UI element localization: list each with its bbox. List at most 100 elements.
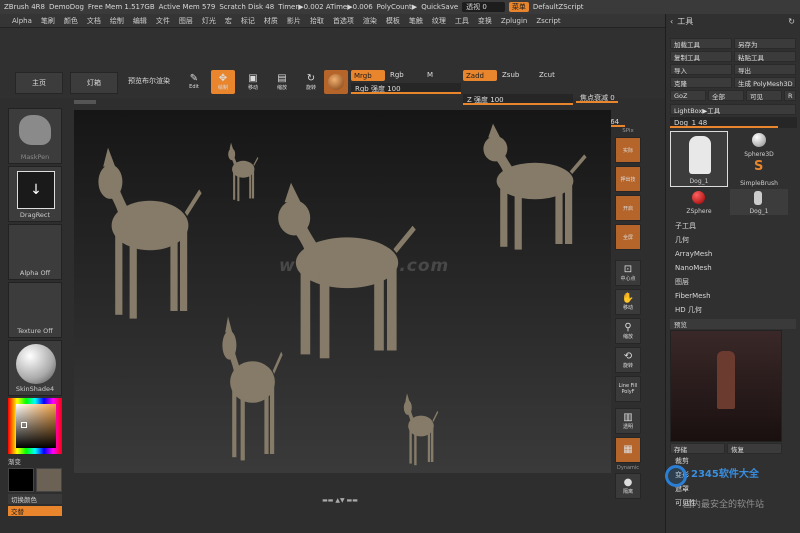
- dog-model[interactable]: [224, 140, 259, 205]
- current-tool-slider[interactable]: Dog_1 48: [670, 117, 797, 128]
- dog-model[interactable]: [469, 118, 589, 258]
- menu-item[interactable]: 宏: [225, 16, 232, 26]
- menu-item[interactable]: Zscript: [536, 17, 560, 25]
- store-button[interactable]: 存储: [670, 443, 725, 454]
- lightbox-button[interactable]: 灯箱: [70, 72, 118, 94]
- solo-button[interactable]: ● 隔离: [615, 473, 641, 499]
- menu-item[interactable]: 影片: [287, 16, 301, 26]
- brush-thumbnail[interactable]: MaskPen: [8, 108, 62, 164]
- viewport-scroll-handle[interactable]: ▬▬ ▲▼ ▬▬: [305, 498, 375, 504]
- tool-button[interactable]: 粘贴工具: [734, 51, 796, 62]
- sub-palette-item[interactable]: 几何: [666, 233, 800, 247]
- rgb-intensity-slider[interactable]: Rgb 强度 100: [351, 83, 461, 94]
- menu-item[interactable]: 材质: [264, 16, 278, 26]
- secondary-color-swatch[interactable]: [36, 468, 62, 492]
- tool-thumb-dog-small[interactable]: Dog_1: [730, 189, 788, 215]
- linefill-button[interactable]: Line Fill PolyF: [615, 376, 641, 402]
- menu-item[interactable]: 笔触: [409, 16, 423, 26]
- sub-palette-item[interactable]: ArrayMesh: [666, 247, 800, 261]
- tool-thumb-dog[interactable]: Dog_1: [670, 131, 728, 187]
- zsub-button[interactable]: Zsub: [502, 71, 519, 79]
- stroke-thumbnail[interactable]: ↓ DragRect: [8, 166, 62, 222]
- preview-header[interactable]: 预览: [670, 319, 796, 329]
- tool-button[interactable]: 导入: [670, 64, 732, 75]
- scale-button[interactable]: ▤ 缩放: [270, 70, 294, 94]
- tool-thumb-simplebrush[interactable]: S SimpleBrush: [730, 160, 788, 188]
- focal-shift-slider[interactable]: 焦点衰减 0: [576, 92, 646, 103]
- menu-item[interactable]: 首选项: [333, 16, 354, 26]
- alpha-thumbnail[interactable]: Alpha Off: [8, 224, 62, 280]
- tool-thumb-zsphere[interactable]: ZSphere: [670, 189, 728, 215]
- gradient-label[interactable]: 渐变: [8, 456, 70, 466]
- quicksave-button[interactable]: QuickSave: [421, 3, 458, 11]
- rgb-button[interactable]: Rgb: [390, 71, 404, 79]
- draw-button[interactable]: ✥ 绘制: [211, 70, 235, 94]
- sub-palette-item[interactable]: HD 几何: [666, 303, 800, 317]
- menu-item[interactable]: 文档: [87, 16, 101, 26]
- material-button[interactable]: [324, 70, 348, 94]
- color-picker[interactable]: [8, 398, 62, 454]
- tool-button[interactable]: R: [784, 90, 796, 101]
- primary-color-swatch[interactable]: [8, 468, 34, 492]
- menu-item[interactable]: 渲染: [363, 16, 377, 26]
- tool-thumb-sphere3d[interactable]: Sphere3D: [730, 131, 788, 158]
- alternate-button[interactable]: 交替: [8, 506, 62, 516]
- menu-item[interactable]: 纹理: [432, 16, 446, 26]
- dog-model[interactable]: [399, 390, 439, 470]
- viewport-scale-button[interactable]: ⚲ 缩放: [615, 318, 641, 344]
- tool-button[interactable]: 另存为: [734, 38, 796, 49]
- frame-button[interactable]: ⊡ 中心点: [615, 260, 641, 286]
- menu-item[interactable]: Zplugin: [501, 17, 527, 25]
- zcut-button[interactable]: Zcut: [539, 71, 555, 79]
- refresh-icon[interactable]: ↻: [788, 17, 795, 26]
- default-zscript[interactable]: DefaultZScript: [533, 3, 584, 11]
- menu-item[interactable]: 模板: [386, 16, 400, 26]
- menu-item[interactable]: 变换: [478, 16, 492, 26]
- tool-button[interactable]: 加载工具: [670, 38, 732, 49]
- scroll-handle[interactable]: [74, 100, 96, 104]
- actual-button[interactable]: 实际: [615, 137, 641, 163]
- mrgb-button[interactable]: Mrgb: [351, 70, 385, 81]
- material-thumbnail[interactable]: SkinShade4: [8, 340, 62, 396]
- tool-button[interactable]: 生成 PolyMesh3D: [734, 77, 796, 88]
- menu-item[interactable]: 拾取: [310, 16, 324, 26]
- tool-button[interactable]: 可见: [746, 90, 782, 101]
- menu-item[interactable]: 工具: [455, 16, 469, 26]
- menu-item[interactable]: 笔刷: [41, 16, 55, 26]
- z-intensity-slider[interactable]: Z 强度 100: [463, 94, 573, 105]
- edit-button[interactable]: ✎ Edit: [182, 70, 206, 94]
- tool-button[interactable]: 全部: [708, 90, 744, 101]
- tool-button[interactable]: 克隆: [670, 77, 732, 88]
- menu-item[interactable]: 灯光: [202, 16, 216, 26]
- rotate-button[interactable]: ↻ 旋转: [299, 70, 323, 94]
- aahalf-button[interactable]: 押出技: [615, 166, 641, 192]
- menu-item[interactable]: 颜色: [64, 16, 78, 26]
- canvas-viewport[interactable]: www.DuoTe.com: [74, 110, 611, 473]
- persp-button[interactable]: 开启: [615, 195, 641, 221]
- lightbox-tool-button[interactable]: LightBox▶工具: [670, 104, 796, 115]
- collapse-icon[interactable]: ‹: [670, 17, 673, 26]
- zadd-button[interactable]: Zadd: [463, 70, 497, 81]
- floor-button[interactable]: 全屏: [615, 224, 641, 250]
- dog-model[interactable]: [84, 140, 204, 330]
- tool-button[interactable]: GoZ: [670, 90, 706, 101]
- move-button[interactable]: ▣ 移动: [241, 70, 265, 94]
- menu-item[interactable]: 图层: [179, 16, 193, 26]
- menu-item[interactable]: 标记: [241, 16, 255, 26]
- sub-palette-item[interactable]: 子工具: [666, 219, 800, 233]
- tool-button[interactable]: 导出: [734, 64, 796, 75]
- restore-button[interactable]: 恢复: [727, 443, 782, 454]
- sub-palette-item[interactable]: FiberMesh: [666, 289, 800, 303]
- dynamic-button[interactable]: ▦: [615, 437, 641, 463]
- texture-thumbnail[interactable]: Texture Off: [8, 282, 62, 338]
- dog-model[interactable]: [214, 310, 284, 470]
- home-button[interactable]: 主页: [15, 72, 63, 94]
- transparency-slider[interactable]: 透视 0: [462, 2, 505, 12]
- viewport-move-button[interactable]: ✋ 移动: [615, 289, 641, 315]
- menu-button[interactable]: 菜单: [508, 2, 529, 12]
- menu-item[interactable]: Alpha: [12, 17, 32, 25]
- sub-palette-item[interactable]: 图层: [666, 275, 800, 289]
- menu-item[interactable]: 文件: [156, 16, 170, 26]
- menu-item[interactable]: 绘制: [110, 16, 124, 26]
- menu-item[interactable]: 编辑: [133, 16, 147, 26]
